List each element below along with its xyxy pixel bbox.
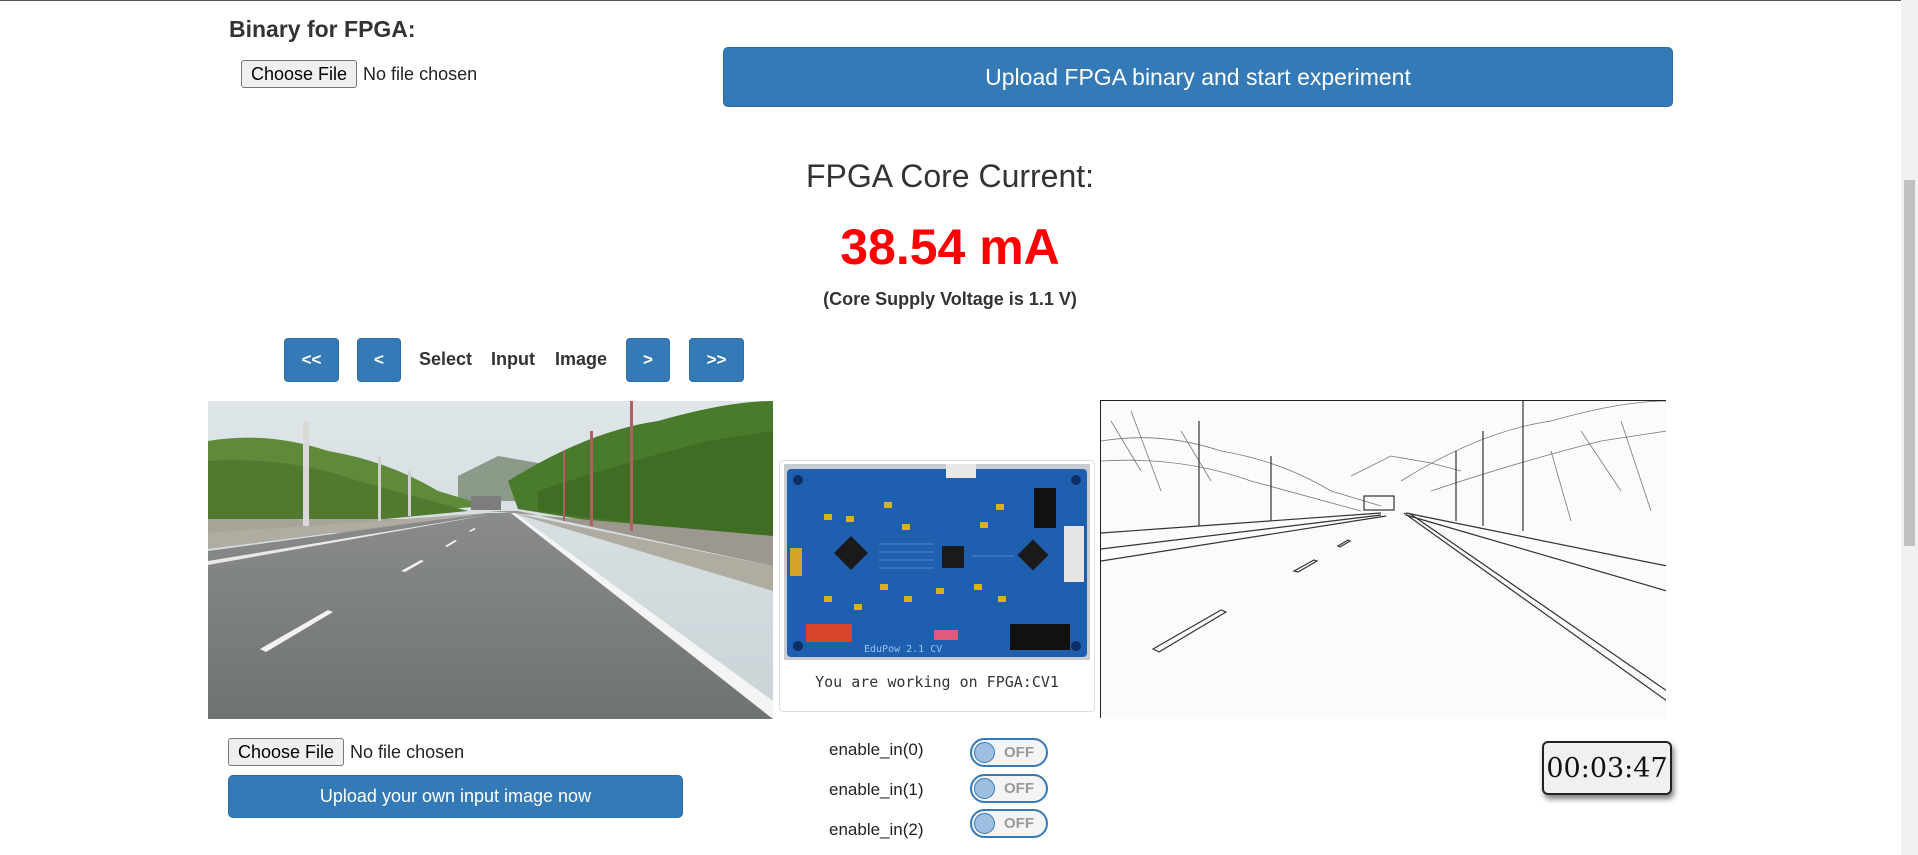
scrollbar-thumb[interactable] [1904, 180, 1915, 546]
last-image-button[interactable]: >> [689, 338, 744, 382]
upload-fpga-binary-button[interactable]: Upload FPGA binary and start experiment [723, 47, 1673, 107]
upload-own-image-button[interactable]: Upload your own input image now [228, 775, 683, 818]
session-timer: 00:03:47 [1542, 741, 1672, 795]
top-border [0, 0, 1918, 1]
fpga-file-status: No file chosen [363, 63, 478, 84]
output-edge-image [1100, 400, 1666, 718]
fpga-choose-file-button[interactable]: Choose File [241, 60, 358, 88]
toggle-knob [974, 742, 995, 763]
enable-in-1-label: enable_in(1) [829, 780, 924, 799]
fpga-board-image: EduPow 2.1 CV [784, 464, 1090, 660]
first-image-button[interactable]: << [284, 338, 339, 382]
fpga-board-card: EduPow 2.1 CV You are working on FPGA:CV… [779, 460, 1095, 712]
board-silkscreen: EduPow 2.1 CV [864, 644, 942, 655]
toggle-state: OFF [1004, 744, 1034, 761]
page-scrollbar[interactable] [1901, 0, 1918, 855]
fpga-board-photo: EduPow 2.1 CV [784, 464, 1090, 660]
core-current-value: 38.54 mA [840, 219, 1060, 275]
previous-image-button[interactable]: < [357, 338, 401, 382]
image-file-input[interactable]: Choose File No file chosen [228, 738, 464, 766]
fpga-caption: You are working on FPGA:CV1 [815, 673, 1059, 691]
toggle-state: OFF [1004, 780, 1034, 797]
enable-in-0-toggle[interactable]: OFF [970, 738, 1048, 767]
enable-in-2-toggle[interactable]: OFF [970, 809, 1048, 838]
select-word: Select [419, 349, 473, 369]
enable-in-0-label: enable_in(0) [829, 740, 924, 759]
toggle-knob [974, 778, 995, 799]
core-supply-voltage-note: (Core Supply Voltage is 1.1 V) [823, 289, 1077, 309]
input-word: Input [491, 349, 535, 369]
toggle-knob [974, 813, 995, 834]
edge-detection-result [1101, 401, 1666, 718]
image-file-status: No file chosen [350, 741, 465, 762]
image-word: Image [555, 349, 608, 369]
core-current-heading: FPGA Core Current: [805, 158, 1095, 194]
next-image-button[interactable]: > [626, 338, 670, 382]
enable-in-2-label: enable_in(2) [829, 820, 924, 839]
fpga-binary-title: Binary for FPGA: [229, 16, 416, 42]
fpga-file-input[interactable]: Choose File No file chosen [241, 60, 477, 88]
enable-in-1-toggle[interactable]: OFF [970, 774, 1048, 803]
input-road-image [208, 401, 773, 719]
road-photo [208, 401, 773, 719]
image-choose-file-button[interactable]: Choose File [228, 738, 345, 766]
toggle-state: OFF [1004, 815, 1034, 832]
